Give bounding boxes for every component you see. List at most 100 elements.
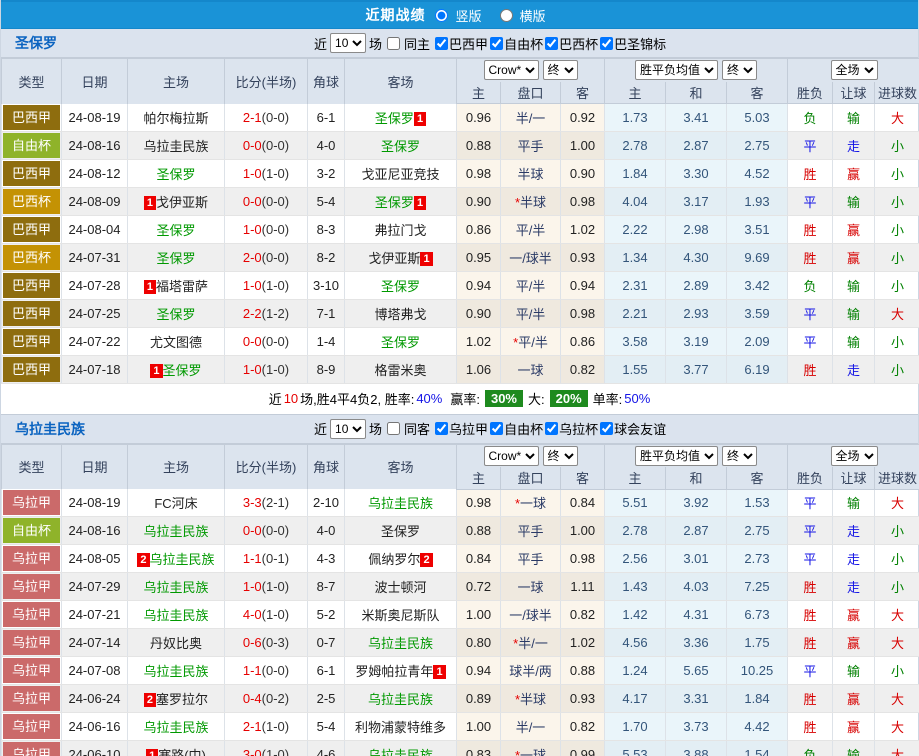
league-cell: 巴西甲 xyxy=(2,327,62,355)
league-filter-label[interactable]: 乌拉杯 xyxy=(559,419,598,438)
col-score: 比分(半场) xyxy=(225,444,308,489)
league-filter-label[interactable]: 自由杯 xyxy=(504,419,543,438)
league-filter-checkbox[interactable] xyxy=(490,422,503,435)
summary-row: 近10场,胜4平4负2, 胜率:40% 赢率:30% 大:20% 单率:50% xyxy=(1,384,918,415)
fulltime-score: 3-3 xyxy=(243,495,262,510)
wdl-cell: 平 xyxy=(788,187,833,215)
avg-state-select[interactable]: 终 xyxy=(722,60,757,80)
odds-home-cell: 0.90 xyxy=(457,299,501,327)
odds-away-cell: 0.99 xyxy=(561,741,605,756)
league-cell: 乌拉甲 xyxy=(2,489,62,517)
goals-result-cell: 大 xyxy=(875,299,919,327)
away-team: 弗拉门戈 xyxy=(374,223,426,238)
league-filter-label[interactable]: 球会友谊 xyxy=(614,419,666,438)
league-filter-label[interactable]: 巴圣锦标 xyxy=(614,34,666,53)
wdl-cell: 平 xyxy=(788,327,833,355)
corner-cell: 5-2 xyxy=(308,601,345,629)
away-team-cell: 圣保罗1 xyxy=(345,104,457,132)
league-filter-checkbox[interactable] xyxy=(435,37,448,50)
avg-home-cell: 1.73 xyxy=(605,104,666,132)
avg-home-cell: 2.21 xyxy=(605,299,666,327)
same-venue-checkbox[interactable] xyxy=(387,37,400,50)
team-name: 乌拉圭民族 xyxy=(1,419,85,439)
league-filter-checkbox[interactable] xyxy=(490,37,503,50)
corner-cell: 0-7 xyxy=(308,629,345,657)
avg-type-select[interactable]: 胜平负均值 xyxy=(635,446,718,466)
league-badge: 乌拉甲 xyxy=(3,490,60,515)
league-filter-checkbox[interactable] xyxy=(600,37,613,50)
avg-draw-cell: 3.30 xyxy=(666,159,727,187)
odds-line-cell: *半球 xyxy=(501,685,561,713)
league-filter-label[interactable]: 自由杯 xyxy=(504,34,543,53)
avg-type-select[interactable]: 胜平负均值 xyxy=(635,60,718,80)
away-team: 格雷米奥 xyxy=(374,363,426,378)
halftime-score: (0-0) xyxy=(262,194,289,209)
col-avg-home: 主 xyxy=(605,82,666,104)
halftime-score: (1-2) xyxy=(262,306,289,321)
odds-state-select[interactable]: 终 xyxy=(543,60,578,80)
odds-home-cell: 1.00 xyxy=(457,713,501,741)
horizontal-layout-label[interactable]: 横版 xyxy=(520,6,546,25)
odds-away-cell: 0.82 xyxy=(561,601,605,629)
avg-home-cell: 2.22 xyxy=(605,215,666,243)
home-team-cell: 帕尔梅拉斯 xyxy=(128,104,225,132)
fulltime-score: 1-0 xyxy=(243,278,262,293)
halftime-score: (2-1) xyxy=(262,495,289,510)
match-count-select[interactable]: 10 xyxy=(330,33,366,53)
col-wdl: 胜负 xyxy=(788,82,833,104)
goals-result-cell: 小 xyxy=(875,355,919,383)
wdl-cell: 平 xyxy=(788,131,833,159)
avg-state-select[interactable]: 终 xyxy=(722,446,757,466)
league-filter-checkbox[interactable] xyxy=(545,37,558,50)
match-count-select[interactable]: 10 xyxy=(330,419,366,439)
league-filter-checkbox[interactable] xyxy=(435,422,448,435)
games-label: 场 xyxy=(369,34,382,53)
odds-state-select[interactable]: 终 xyxy=(543,446,578,466)
scope-select[interactable]: 全场 xyxy=(831,446,878,466)
league-filter-checkbox[interactable] xyxy=(545,422,558,435)
league-badge: 巴西杯 xyxy=(3,189,60,214)
horizontal-layout-radio[interactable] xyxy=(500,9,513,22)
odds-line-cell: 平/半 xyxy=(501,215,561,243)
odds-home-cell: 0.88 xyxy=(457,517,501,545)
home-team-cell: 丹奴比奥 xyxy=(128,629,225,657)
odds-away-cell: 1.00 xyxy=(561,131,605,159)
odds-company-select[interactable]: Crow* xyxy=(484,446,539,466)
league-cell: 巴西杯 xyxy=(2,187,62,215)
top-bar: 近期战绩 竖版 横版 xyxy=(1,0,918,29)
avg-away-cell: 3.42 xyxy=(727,271,788,299)
odds-home-cell: 0.98 xyxy=(457,159,501,187)
home-team-cell: 2乌拉圭民族 xyxy=(128,545,225,573)
odds-home-cell: 0.94 xyxy=(457,657,501,685)
home-team: 圣保罗 xyxy=(156,251,195,266)
league-filter-label[interactable]: 巴西甲 xyxy=(449,34,488,53)
league-filter-label[interactable]: 乌拉甲 xyxy=(449,419,488,438)
league-badge: 巴西甲 xyxy=(3,273,60,298)
league-filter-label[interactable]: 巴西杯 xyxy=(559,34,598,53)
league-badge: 巴西甲 xyxy=(3,301,60,326)
home-team-cell: 1圣保罗 xyxy=(128,355,225,383)
avg-draw-cell: 5.65 xyxy=(666,657,727,685)
handicap-result-cell: 输 xyxy=(833,271,875,299)
vertical-layout-label[interactable]: 竖版 xyxy=(455,6,481,25)
fulltime-score: 0-0 xyxy=(243,334,262,349)
odds-line-cell: *平/半 xyxy=(501,327,561,355)
vertical-layout-radio[interactable] xyxy=(435,9,448,22)
scope-select[interactable]: 全场 xyxy=(831,60,878,80)
score-cell: 0-6(0-3) xyxy=(225,629,308,657)
odds-line-cell: 球半/两 xyxy=(501,657,561,685)
handicap-result-cell: 赢 xyxy=(833,685,875,713)
handicap-result-cell: 赢 xyxy=(833,215,875,243)
wdl-cell: 胜 xyxy=(788,159,833,187)
corner-cell: 8-9 xyxy=(308,355,345,383)
same-venue-checkbox[interactable] xyxy=(387,422,400,435)
avg-away-cell: 1.54 xyxy=(727,741,788,756)
fulltime-score: 2-2 xyxy=(243,306,262,321)
odds-away-cell: 0.98 xyxy=(561,545,605,573)
league-filter-checkbox[interactable] xyxy=(600,422,613,435)
col-handicap: 让球 xyxy=(833,467,875,489)
home-team-cell: 2塞罗拉尔 xyxy=(128,685,225,713)
fulltime-score: 0-0 xyxy=(243,194,262,209)
col-odds-line: 盘口 xyxy=(501,467,561,489)
odds-company-select[interactable]: Crow* xyxy=(484,60,539,80)
